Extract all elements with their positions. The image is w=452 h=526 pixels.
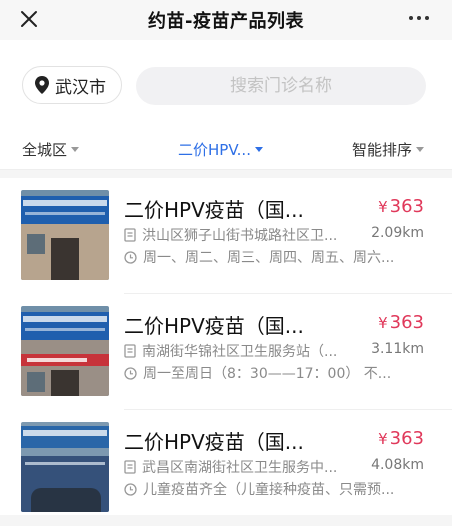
search-box[interactable] (136, 67, 426, 105)
price: ¥363 (378, 196, 424, 217)
caret-down-icon (254, 147, 263, 152)
price: ¥363 (378, 312, 424, 333)
clinic-card[interactable]: 二价HPV疫苗（国... ¥363 武昌区南湖街社区卫生服务中... 4.08k… (0, 410, 452, 526)
vaccine-name: 二价HPV疫苗（国... (124, 198, 304, 222)
clock-icon (124, 366, 137, 380)
price: ¥363 (378, 428, 424, 449)
distance: 2.09km (371, 225, 424, 241)
filter-district-label: 全城区 (22, 141, 68, 159)
clock-icon (124, 482, 137, 496)
clinic-address: 武昌区南湖街社区卫生服务中... (124, 457, 337, 477)
filter-product[interactable]: 二价HPV... (178, 139, 263, 160)
location-pin-icon (35, 76, 49, 94)
clinic-address-text: 南湖街华锦社区卫生服务站（... (142, 344, 338, 360)
search-row: 武汉市 (0, 40, 452, 130)
filter-product-label: 二价HPV... (178, 141, 251, 159)
clinic-photo (21, 306, 109, 396)
close-icon[interactable] (14, 4, 44, 34)
caret-down-icon (416, 147, 425, 152)
search-input[interactable] (149, 75, 413, 97)
page-title: 约苗-疫苗产品列表 (148, 11, 304, 32)
city-label: 武汉市 (55, 77, 106, 98)
clinic-hours: 周一、周二、周三、周四、周五、周六... (124, 247, 394, 267)
clinic-hours: 周一至周日（8：30——17：00） 不... (124, 363, 391, 383)
document-icon (124, 228, 136, 242)
clinic-hours-text: 儿童疫苗齐全（儿童接种疫苗、只需预... (143, 482, 395, 498)
filter-district[interactable]: 全城区 (22, 139, 80, 160)
clinic-hours-text: 周一至周日（8：30——17：00） 不... (143, 366, 392, 382)
clinic-card[interactable]: 二价HPV疫苗（国... ¥363 南湖街华锦社区卫生服务站（... 3.11k… (0, 294, 452, 410)
clinic-address-text: 武昌区南湖街社区卫生服务中... (142, 460, 338, 476)
clinic-card[interactable]: 二价HPV疫苗（国... ¥363 洪山区狮子山街书城路社区卫... 2.09k… (0, 178, 452, 294)
document-icon (124, 344, 136, 358)
caret-down-icon (71, 147, 80, 152)
filter-bar: 全城区 二价HPV... 智能排序 (0, 130, 452, 170)
distance: 3.11km (371, 341, 424, 357)
clinic-photo (21, 190, 109, 280)
city-selector[interactable]: 武汉市 (22, 66, 122, 104)
clinic-hours: 儿童疫苗齐全（儿童接种疫苗、只需预... (124, 479, 394, 499)
clinic-hours-text: 周一、周二、周三、周四、周五、周六... (143, 250, 395, 266)
clock-icon (124, 250, 137, 264)
clinic-address-text: 洪山区狮子山街书城路社区卫... (142, 228, 338, 244)
clinic-address: 洪山区狮子山街书城路社区卫... (124, 225, 337, 245)
filter-sort[interactable]: 智能排序 (352, 139, 425, 160)
filter-sort-label: 智能排序 (352, 141, 413, 159)
clinic-list: 二价HPV疫苗（国... ¥363 洪山区狮子山街书城路社区卫... 2.09k… (0, 178, 452, 515)
more-icon[interactable] (404, 8, 434, 28)
distance: 4.08km (371, 457, 424, 473)
vaccine-name: 二价HPV疫苗（国... (124, 314, 304, 338)
clinic-photo (21, 422, 109, 512)
vaccine-name: 二价HPV疫苗（国... (124, 430, 304, 454)
document-icon (124, 460, 136, 474)
top-bar: 约苗-疫苗产品列表 (0, 0, 452, 40)
clinic-address: 南湖街华锦社区卫生服务站（... (124, 341, 337, 361)
